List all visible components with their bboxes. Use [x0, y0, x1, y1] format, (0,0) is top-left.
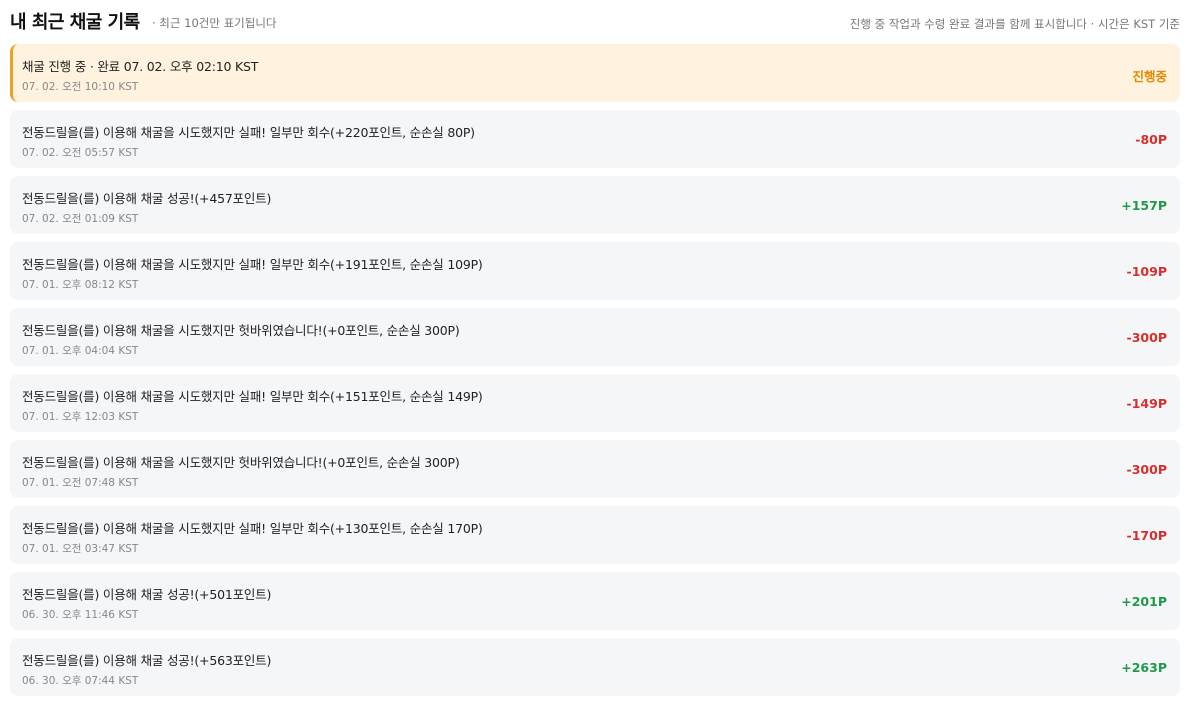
record-text: 전동드릴을(를) 이용해 채굴을 시도했지만 실패! 일부만 회수(+191포인…	[22, 257, 483, 272]
record-points: -149P	[1126, 396, 1167, 411]
list-item: 전동드릴을(를) 이용해 채굴을 시도했지만 실패! 일부만 회수(+130포인…	[10, 506, 1180, 564]
list-item: 전동드릴을(를) 이용해 채굴을 시도했지만 실패! 일부만 회수(+151포인…	[10, 374, 1180, 432]
record-time: 07. 01. 오전 07:48 KST	[22, 477, 139, 489]
record-points: -170P	[1126, 528, 1167, 543]
record-time: 07. 01. 오전 03:47 KST	[22, 543, 139, 555]
record-text: 전동드릴을(를) 이용해 채굴 성공!(+563포인트)	[22, 653, 272, 668]
record-points: -300P	[1126, 462, 1167, 477]
record-text: 전동드릴을(를) 이용해 채굴을 시도했지만 실패! 일부만 회수(+220포인…	[22, 125, 475, 140]
list-item: 전동드릴을(를) 이용해 채굴 성공!(+501포인트) 06. 30. 오후 …	[10, 572, 1180, 630]
record-time: 07. 01. 오후 12:03 KST	[22, 411, 139, 423]
record-time: 06. 30. 오후 07:44 KST	[22, 675, 139, 687]
record-points: -109P	[1126, 264, 1167, 279]
record-text: 전동드릴을(를) 이용해 채굴을 시도했지만 헛바위였습니다!(+0포인트, 순…	[22, 323, 460, 338]
record-time: 06. 30. 오후 11:46 KST	[22, 609, 139, 621]
list-item: 전동드릴을(를) 이용해 채굴 성공!(+457포인트) 07. 02. 오전 …	[10, 176, 1180, 234]
record-text: 전동드릴을(를) 이용해 채굴 성공!(+501포인트)	[22, 587, 272, 602]
record-text: 채굴 진행 중 · 완료 07. 02. 오후 02:10 KST	[22, 59, 259, 74]
list-item: 채굴 진행 중 · 완료 07. 02. 오후 02:10 KST 07. 02…	[10, 44, 1180, 102]
record-time: 07. 02. 오전 05:57 KST	[22, 147, 139, 159]
record-points: +263P	[1121, 660, 1167, 675]
record-status-badge: 진행중	[1132, 69, 1167, 84]
record-time: 07. 01. 오후 04:04 KST	[22, 345, 139, 357]
list-item: 전동드릴을(를) 이용해 채굴을 시도했지만 실패! 일부만 회수(+220포인…	[10, 110, 1180, 168]
header-note: 진행 중 작업과 수령 완료 결과를 함께 표시합니다 · 시간은 KST 기준	[849, 17, 1180, 31]
mining-record-list: 채굴 진행 중 · 완료 07. 02. 오후 02:10 KST 07. 02…	[10, 44, 1180, 704]
record-points: +157P	[1121, 198, 1167, 213]
record-time: 07. 02. 오전 10:10 KST	[22, 81, 139, 93]
record-text: 전동드릴을(를) 이용해 채굴 성공!(+457포인트)	[22, 191, 272, 206]
page-title: 내 최근 채굴 기록	[10, 12, 140, 33]
record-text: 전동드릴을(를) 이용해 채굴을 시도했지만 헛바위였습니다!(+0포인트, 순…	[22, 455, 460, 470]
list-item: 전동드릴을(를) 이용해 채굴을 시도했지만 실패! 일부만 회수(+191포인…	[10, 242, 1180, 300]
record-points: +201P	[1121, 594, 1167, 609]
record-text: 전동드릴을(를) 이용해 채굴을 시도했지만 실패! 일부만 회수(+130포인…	[22, 521, 483, 536]
page-subtitle: · 최근 10건만 표기됩니다	[152, 16, 277, 30]
list-item: 전동드릴을(를) 이용해 채굴을 시도했지만 헛바위였습니다!(+0포인트, 순…	[10, 440, 1180, 498]
record-time: 07. 01. 오후 08:12 KST	[22, 279, 139, 291]
record-time: 07. 02. 오전 01:09 KST	[22, 213, 139, 225]
list-item: 전동드릴을(를) 이용해 채굴을 시도했지만 헛바위였습니다!(+0포인트, 순…	[10, 308, 1180, 366]
page-header: 내 최근 채굴 기록 · 최근 10건만 표기됩니다 진행 중 작업과 수령 완…	[0, 0, 1192, 44]
record-points: -300P	[1126, 330, 1167, 345]
record-text: 전동드릴을(를) 이용해 채굴을 시도했지만 실패! 일부만 회수(+151포인…	[22, 389, 483, 404]
list-item: 전동드릴을(를) 이용해 채굴 성공!(+563포인트) 06. 30. 오후 …	[10, 638, 1180, 696]
record-points: -80P	[1135, 132, 1167, 147]
